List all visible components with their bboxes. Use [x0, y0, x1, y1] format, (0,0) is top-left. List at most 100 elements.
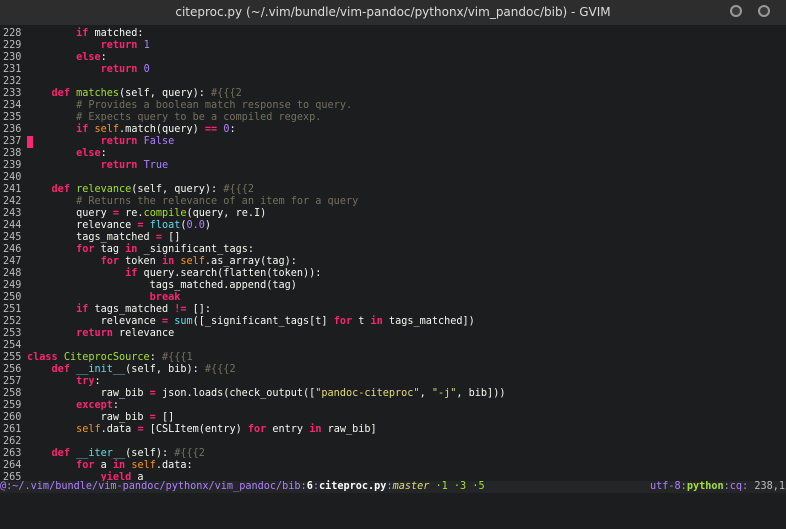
line-number: 244: [3, 220, 22, 231]
line-number: 235: [3, 112, 22, 123]
status-git-stats: ·1 ·3 ·5: [429, 481, 485, 492]
code-token: :: [229, 124, 236, 135]
code-text: def __init__(self, bib): #{{{2: [27, 364, 236, 376]
code-line[interactable]: 243 query = re.compile(query, re.I): [0, 208, 786, 220]
code-line[interactable]: 252 relevance = sum([_significant_tags[t…: [0, 316, 786, 328]
code-token: , bib])): [456, 388, 506, 399]
code-line[interactable]: 263 def __iter__(self): #{{{2: [0, 448, 786, 460]
code-token: True: [143, 160, 169, 171]
code-line[interactable]: 230 else:: [0, 52, 786, 64]
code-token: for: [247, 424, 267, 435]
code-line[interactable]: 233 def matches(self, query): #{{{2: [0, 88, 786, 100]
status-filetype: python: [686, 481, 724, 492]
code-line[interactable]: 241 def relevance(self, query): #{{{2: [0, 184, 786, 196]
code-line[interactable]: 254: [0, 340, 786, 352]
code-token: (self, bib):: [125, 364, 205, 375]
command-line[interactable]: [0, 493, 786, 510]
code-token: in: [161, 256, 175, 267]
code-token: (query, re.I): [186, 208, 267, 219]
code-token: raw_bib: [27, 412, 150, 423]
code-token: def: [51, 364, 70, 375]
code-token: (self, query):: [119, 88, 212, 99]
code-line[interactable]: 235 # Expects query to be a compiled reg…: [0, 112, 786, 124]
code-text: if query.search(flatten(token)):: [27, 268, 321, 280]
code-line[interactable]: 265 yield a: [0, 472, 786, 481]
code-line[interactable]: 240: [0, 172, 786, 184]
code-token: return: [76, 328, 113, 339]
code-line[interactable]: 238 else:: [0, 148, 786, 160]
code-token: def: [51, 448, 70, 459]
code-token: token: [119, 256, 162, 267]
code-line[interactable]: 248 if query.search(flatten(token)):: [0, 268, 786, 280]
code-token: in: [125, 244, 138, 255]
gvim-window: citeproc.py (~/.vim/bundle/vim-pandoc/py…: [0, 0, 786, 510]
code-line[interactable]: 256 def __init__(self, bib): #{{{2: [0, 364, 786, 376]
code-text: yield a: [27, 472, 144, 481]
code-line[interactable]: 246 for tag in _significant_tags:: [0, 244, 786, 256]
code-token: def: [51, 184, 70, 195]
code-line[interactable]: 261 self.data = [CSLItem(entry) for entr…: [0, 424, 786, 436]
status-filename: citeproc.py: [318, 481, 387, 492]
code-line[interactable]: 228 if matched:: [0, 28, 786, 40]
line-number: 253: [3, 328, 22, 339]
code-line[interactable]: 255 class CiteprocSource: #{{{1: [0, 352, 786, 364]
code-line[interactable]: 249 tags_matched.append(tag): [0, 280, 786, 292]
code-token: in: [309, 424, 322, 435]
code-line[interactable]: 231 return 0: [0, 64, 786, 76]
code-token: (self, query):: [131, 184, 224, 195]
close-button[interactable]: [758, 5, 770, 17]
code-token: "-j": [431, 388, 457, 399]
line-number: 264: [3, 460, 22, 471]
code-token: if: [76, 124, 89, 135]
code-token: ([_significant_tags[t]: [192, 316, 334, 327]
code-line[interactable]: 229 return 1: [0, 40, 786, 52]
code-line[interactable]: 251 if tags_matched != []:: [0, 304, 786, 316]
status-encoding: utf-8: [650, 481, 681, 492]
code-line[interactable]: 245 tags_matched = []: [0, 232, 786, 244]
code-token: return: [100, 64, 138, 75]
code-text: for token in self.as_array(tag):: [27, 256, 297, 268]
code-token: if: [125, 268, 138, 279]
code-token: :: [149, 352, 162, 363]
code-line[interactable]: 234 # Provides a boolean match response …: [0, 100, 786, 112]
code-line[interactable]: 257 try:: [0, 376, 786, 388]
code-token: compile: [143, 208, 187, 219]
status-path: @:~/.vim/bundle/vim-pandoc/pythonx/vim_p…: [0, 481, 301, 492]
code-token: relevance: [27, 316, 162, 327]
code-line[interactable]: 247 for token in self.as_array(tag):: [0, 256, 786, 268]
code-line[interactable]: 259 except:: [0, 400, 786, 412]
code-text: if matched:: [27, 28, 143, 40]
status-git-branch: master: [392, 481, 430, 492]
code-line[interactable]: 264 for a in self.data:: [0, 460, 786, 472]
code-line[interactable]: 232: [0, 76, 786, 88]
code-line[interactable]: 262: [0, 436, 786, 448]
code-text: break: [27, 292, 181, 304]
code-line[interactable]: 242 # Returns the relevance of an item f…: [0, 196, 786, 208]
code-line[interactable]: 250 break: [0, 292, 786, 304]
code-token: .data: [100, 424, 138, 435]
code-line[interactable]: 253 return relevance: [0, 328, 786, 340]
code-token: for: [333, 316, 353, 327]
code-text: tags_matched.append(tag): [27, 280, 297, 292]
minimize-button[interactable]: [730, 5, 742, 17]
code-token: yield: [100, 472, 132, 481]
code-token: CiteprocSource: [63, 352, 150, 363]
code-line[interactable]: 237 return False: [0, 136, 786, 148]
editor-buffer[interactable]: 228 if matched: 229 return 1 230 else: 231 …: [0, 25, 786, 481]
title-bar[interactable]: citeproc.py (~/.vim/bundle/vim-pandoc/py…: [0, 0, 786, 25]
code-line[interactable]: 236 if self.match(query) == 0:: [0, 124, 786, 136]
code-line[interactable]: 244 relevance = float(0.0): [0, 220, 786, 232]
code-line[interactable]: 239 return True: [0, 160, 786, 172]
code-token: self: [94, 124, 120, 135]
code-line[interactable]: 258 raw_bib = json.loads(check_output(["…: [0, 388, 786, 400]
status-right: utf-8:python:cq: 238,1: [650, 481, 785, 493]
code-line[interactable]: 260 raw_bib = []: [0, 412, 786, 424]
